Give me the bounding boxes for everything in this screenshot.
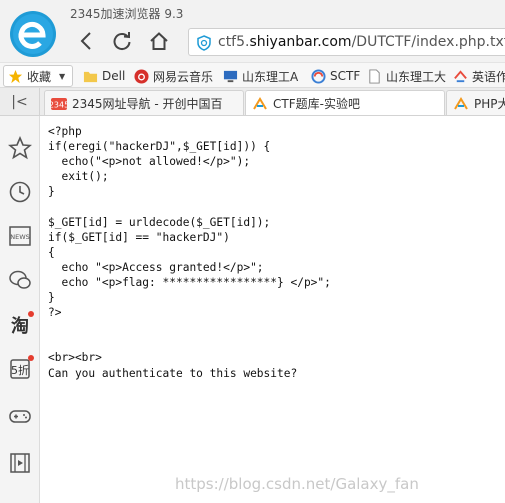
code-line: { — [48, 245, 55, 259]
code-line: echo "<p>flag: *****************} </p>"; — [48, 275, 331, 289]
swirl-icon — [311, 68, 326, 84]
shiyanbar-icon — [253, 96, 267, 110]
security-shield-icon[interactable] — [196, 35, 212, 51]
svg-text:2345: 2345 — [51, 100, 67, 109]
collapse-left-icon: |< — [11, 94, 28, 110]
notification-dot — [28, 355, 34, 361]
svg-text:淘: 淘 — [11, 315, 29, 337]
bookmark-label: 英语作 — [472, 69, 505, 84]
discount-tag-icon: 5折 — [10, 359, 30, 379]
tab-label: CTF题库-实验吧 — [273, 97, 360, 111]
tab-2345-nav[interactable]: 2345 2345网址导航 - 开创中国百 — [44, 90, 244, 115]
sidebar-history-button[interactable] — [7, 179, 33, 205]
code-line: } — [48, 291, 55, 305]
gamepad-icon — [9, 410, 31, 423]
sidebar-video-button[interactable] — [7, 450, 33, 476]
taobao-icon: 淘 — [11, 315, 29, 337]
url-path: /DUTCTF/index.php.txt — [351, 34, 505, 50]
svg-text:NEWS: NEWS — [10, 233, 30, 241]
url-domain: shiyanbar.com — [249, 34, 352, 50]
monitor-icon — [223, 70, 238, 82]
bookmark-sdut[interactable]: 山东理工大 — [367, 67, 446, 85]
code-line: if($_GET[id] == "hackerDJ") — [48, 230, 230, 244]
sidebar-toggle-button[interactable]: |< — [0, 88, 40, 115]
shiyanbar-icon — [454, 96, 468, 110]
code-line: echo("<p>not allowed!</p>"); — [48, 155, 251, 169]
code-line: exit(); — [48, 170, 109, 184]
bookmark-label: 山东理工A — [242, 69, 299, 84]
app-title: 2345加速浏览器 9.3 — [70, 7, 184, 21]
chat-bubble-icon — [9, 270, 31, 289]
url-prefix: ctf5. — [218, 34, 250, 50]
code-line: <?php — [48, 125, 82, 138]
notification-dot — [28, 311, 34, 317]
tab-label: PHP大 — [474, 97, 505, 111]
bookmark-label: Dell — [102, 69, 126, 83]
code-line: echo "<p>Access granted!</p>"; — [48, 260, 264, 274]
side-panel: NEWS 淘 5折 — [0, 116, 40, 503]
bookmark-label: SCTF — [330, 69, 361, 83]
home-button[interactable] — [146, 28, 172, 54]
bookmark-netease-music[interactable]: 网易云音乐 — [134, 67, 213, 85]
bookmarks-bar: 收藏 ▼ Dell 网易云音乐 山东理工A SCTF 山东理工大 英语作 — [0, 62, 505, 88]
sidebar-discount-button[interactable]: 5折 — [7, 355, 34, 382]
back-button[interactable] — [74, 28, 100, 54]
news-icon: NEWS — [9, 226, 31, 246]
code-line: ?> — [48, 306, 62, 320]
code-line: <br><br> — [48, 351, 102, 365]
bookmark-icon — [454, 69, 467, 82]
2345-icon: 2345 — [51, 97, 67, 110]
bookmark-dell[interactable]: Dell — [83, 67, 125, 85]
bookmark-label: 网易云音乐 — [153, 69, 214, 84]
browser-titlebar: 2345加速浏览器 9.3 ctf5.shiyanbar.com/DUTCTF/… — [0, 0, 505, 62]
tab-php[interactable]: PHP大 — [446, 90, 505, 115]
film-icon — [10, 453, 30, 473]
browser-logo-icon[interactable] — [9, 10, 57, 58]
bookmark-sctf[interactable]: SCTF — [311, 67, 360, 85]
favorites-button[interactable]: 收藏 ▼ — [3, 65, 73, 87]
address-bar[interactable]: ctf5.shiyanbar.com/DUTCTF/index.php.txt — [188, 28, 505, 56]
folder-icon — [83, 71, 98, 82]
page-content: <?php if(eregi("hackerDJ",$_GET[id])) { … — [41, 116, 505, 503]
bookmark-english[interactable]: 英语作 — [453, 67, 505, 85]
favorites-label: 收藏 — [27, 69, 52, 84]
code-line: } — [48, 185, 55, 199]
refresh-icon — [113, 32, 131, 51]
sidebar-games-button[interactable] — [7, 403, 33, 429]
clock-icon — [9, 181, 31, 203]
tab-label: 2345网址导航 - 开创中国百 — [72, 97, 223, 111]
sidebar-taobao-button[interactable]: 淘 — [7, 311, 34, 338]
tab-ctf-question-bank[interactable]: CTF题库-实验吧 — [245, 90, 445, 115]
code-line: $_GET[id] = urldecode($_GET[id]); — [48, 215, 271, 229]
sidebar-favorites-button[interactable] — [7, 135, 33, 161]
address-url[interactable]: ctf5.shiyanbar.com/DUTCTF/index.php.txt — [218, 34, 505, 50]
php-source-code: <?php if(eregi("hackerDJ",$_GET[id])) { … — [48, 124, 331, 381]
page-icon — [369, 68, 380, 84]
svg-text:5折: 5折 — [11, 363, 29, 377]
sidebar-news-button[interactable]: NEWS — [7, 223, 33, 249]
star-icon — [8, 69, 23, 83]
tab-bar: |< 2345 2345网址导航 - 开创中国百 CTF题库-实验吧 PHP大 — [0, 88, 505, 116]
bookmark-sdut-a[interactable]: 山东理工A — [223, 67, 298, 85]
code-line: if(eregi("hackerDJ",$_GET[id])) { — [48, 140, 271, 154]
bookmark-label: 山东理工大 — [386, 69, 447, 84]
refresh-button[interactable] — [109, 28, 135, 54]
netease-music-icon — [134, 68, 149, 84]
sidebar-chat-button[interactable] — [7, 267, 33, 293]
chevron-down-icon: ▼ — [59, 71, 66, 81]
code-line: Can you authenticate to this website? — [48, 366, 298, 380]
star-outline-icon — [8, 136, 32, 160]
back-arrow-icon — [80, 32, 91, 50]
home-icon — [150, 32, 168, 50]
watermark-text: https://blog.csdn.net/Galaxy_fan — [175, 475, 419, 493]
